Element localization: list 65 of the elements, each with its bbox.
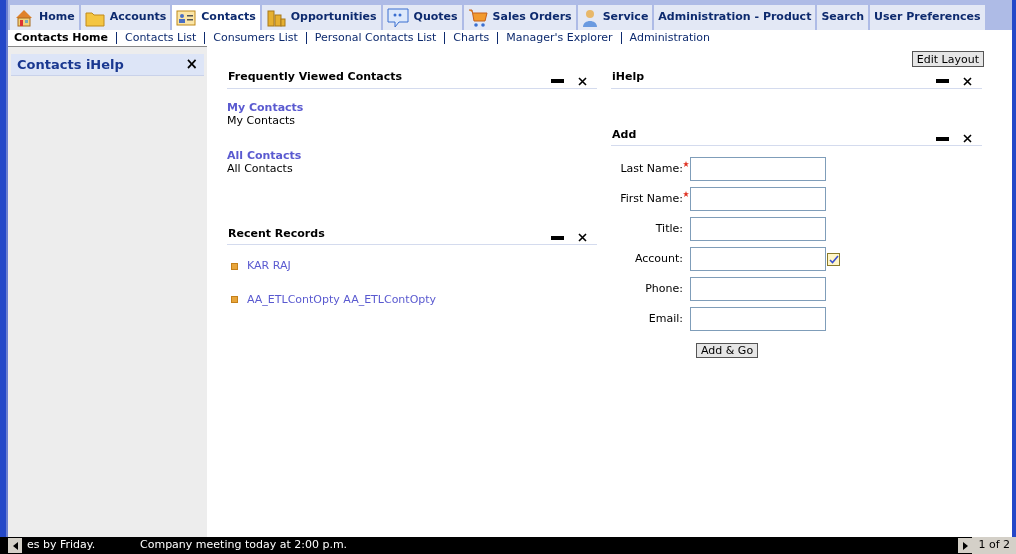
panel-title: iHelp [611, 69, 645, 85]
text-field[interactable] [690, 277, 826, 301]
subnav-link[interactable]: Charts [453, 29, 490, 47]
right-arrow-icon [962, 541, 968, 550]
list-description: All Contacts [227, 161, 293, 175]
field-label: First Name: [620, 190, 683, 207]
add-and-go-button[interactable]: Add & Go [696, 343, 759, 358]
text-field[interactable] [690, 247, 826, 271]
previous-button[interactable] [8, 538, 22, 553]
field-label: Title: [655, 220, 683, 237]
text-field[interactable] [690, 187, 826, 211]
close-button[interactable]: × [185, 57, 198, 72]
coins-icon [265, 8, 286, 27]
field-label: Last Name: [620, 160, 683, 177]
subnav-link[interactable]: Personal Contacts List [314, 29, 437, 47]
nav-tab[interactable]: Accounts [80, 5, 171, 30]
close-icon[interactable] [963, 76, 972, 86]
panel-title: Recent Records [227, 225, 325, 242]
next-button[interactable] [958, 538, 973, 553]
close-icon[interactable] [578, 76, 587, 86]
minimize-icon[interactable] [936, 136, 949, 141]
left-arrow-icon [12, 541, 18, 550]
field-label: Phone: [645, 280, 683, 297]
person-icon [581, 7, 598, 28]
nav-tab[interactable]: Service [577, 5, 653, 30]
list-link[interactable]: All Contacts [227, 148, 302, 162]
minimize-icon[interactable] [551, 235, 564, 240]
picker-icon[interactable] [827, 252, 840, 266]
panel-title: Add [611, 126, 637, 143]
sidebar-title: Contacts iHelp [17, 55, 124, 74]
shopping-cart-icon [467, 7, 488, 28]
record-bullet-icon [231, 296, 238, 304]
ticker-message: es by Friday. [27, 537, 97, 554]
nav-tab[interactable]: Search [817, 5, 868, 30]
record-bullet-icon [231, 262, 238, 270]
list-link[interactable]: My Contacts [227, 100, 304, 114]
subnav-link[interactable]: Contacts List [125, 29, 197, 47]
record-link[interactable]: AA_ETLContOpty AA_ETLContOpty [247, 291, 437, 308]
nav-tab[interactable]: Contacts [172, 5, 260, 30]
nav-tab[interactable]: Administration - Product [654, 5, 816, 30]
record-link[interactable]: KAR RAJ [247, 258, 291, 275]
text-field[interactable] [690, 157, 826, 181]
list-description: My Contacts [227, 113, 296, 127]
subnav-link[interactable]: Contacts Home [14, 29, 108, 47]
nav-tab[interactable]: Quotes [382, 5, 462, 30]
field-label: Email: [648, 310, 683, 327]
subnav-link[interactable]: Administration [629, 29, 711, 47]
nav-tab[interactable]: Sales Orders [463, 5, 576, 30]
house-icon [14, 8, 34, 27]
close-icon[interactable] [963, 134, 972, 143]
text-field[interactable] [690, 217, 826, 241]
nav-tab[interactable]: Opportunities [261, 5, 381, 30]
close-icon[interactable] [578, 233, 587, 242]
speech-bubble-icon [386, 7, 409, 28]
ticker-page: 1 of 2 [972, 537, 1016, 554]
nav-tab[interactable]: User Preferences [870, 5, 985, 30]
nav-tab[interactable]: Home [10, 5, 79, 30]
subnav-link[interactable]: Manager's Explorer [506, 29, 613, 47]
text-field[interactable] [690, 307, 826, 331]
panel-title: Frequently Viewed Contacts [227, 69, 403, 85]
contact-card-icon [176, 9, 197, 26]
subnav-link[interactable]: Consumers List [213, 29, 298, 47]
field-label: Account: [634, 250, 683, 267]
edit-layout-button[interactable]: Edit Layout [911, 51, 984, 67]
ticker-message: Company meeting today at 2:00 p.m. [140, 537, 348, 554]
